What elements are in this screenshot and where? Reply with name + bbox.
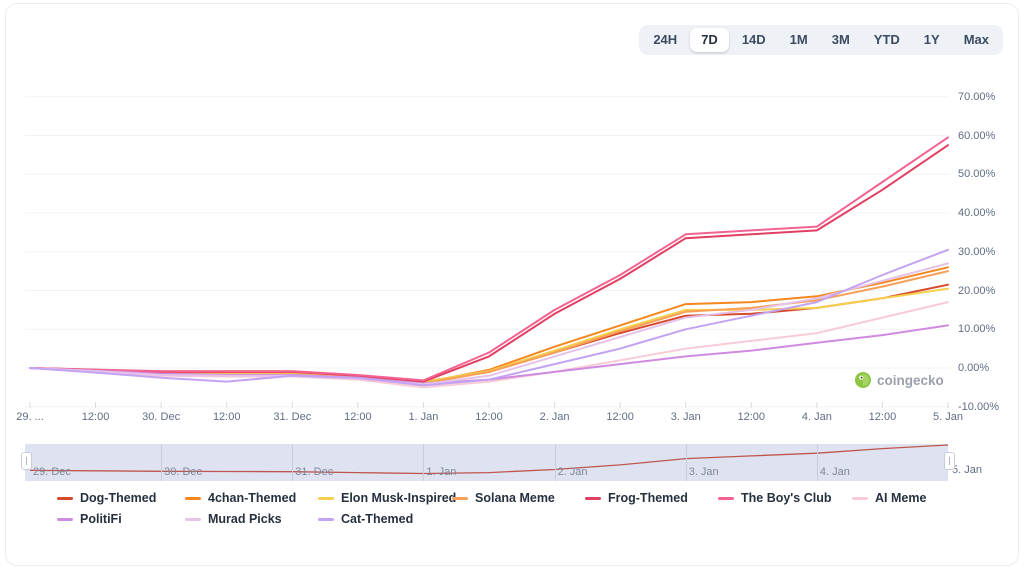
y-axis-label: 30.00% [958, 245, 996, 258]
legend-item-dog-themed[interactable]: Dog-Themed [57, 491, 185, 506]
x-axis-label: 30. Dec [142, 411, 181, 423]
navigator-gridline [817, 444, 818, 481]
series-line-murad-picks [29, 262, 949, 386]
legend-swatch [452, 497, 468, 501]
y-axis-label: 50.00% [958, 168, 996, 181]
range-button-1y[interactable]: 1Y [913, 28, 951, 52]
legend-label: Solana Meme [475, 491, 555, 505]
navigator-gridline [555, 444, 556, 481]
legend-label: AI Meme [875, 491, 927, 505]
y-axis-label: 70.00% [958, 90, 996, 103]
navigator-right-handle[interactable] [944, 452, 955, 470]
legend-swatch [318, 497, 334, 501]
legend-label: Murad Picks [208, 511, 282, 526]
legend-swatch [57, 497, 73, 501]
range-button-max[interactable]: Max [953, 28, 1000, 52]
x-axis-label: 4. Jan [801, 411, 832, 423]
x-axis-label: 12:00 [868, 411, 897, 423]
navigator-label: 2. Jan [557, 466, 588, 478]
legend-item-murad-picks[interactable]: Murad Picks [185, 511, 318, 527]
chart-legend: Dog-Themed 4chan-Themed Elon Musk-Inspired… [57, 491, 927, 527]
time-range-selector: 24H 7D 14D 1M 3M YTD 1Y Max [639, 25, 1003, 55]
y-axis-label: -10.00% [958, 400, 999, 413]
x-axis-label: 5. Jan [933, 411, 963, 423]
legend-label: Frog-Themed [608, 491, 688, 505]
range-button-3m[interactable]: 3M [821, 28, 861, 52]
navigator-gridline [161, 444, 162, 481]
navigator-gridline [686, 444, 687, 481]
navigator-label: 30. Dec [164, 466, 203, 478]
x-axis-label: 31. Dec [273, 411, 312, 423]
legend-item-4chan-themed[interactable]: 4chan-Themed [185, 491, 318, 506]
x-axis-label: 29. ... [16, 411, 44, 423]
legend-label: PolitiFi [80, 511, 122, 526]
legend-item-elon-musk-inspired[interactable]: Elon Musk-Inspired [318, 491, 456, 506]
range-button-14d[interactable]: 14D [731, 28, 777, 52]
legend-item-ai-meme[interactable]: AI Meme [852, 491, 927, 506]
y-axis-labels: 70.00% 60.00% 50.00% 40.00% 30.00% 20.00% 10.0… [958, 80, 1020, 413]
x-axis-label: 3. Jan [670, 411, 701, 423]
navigator-label: 4. Jan [819, 466, 850, 478]
series-line-frog-themed [29, 144, 949, 383]
legend-item-the-boy-s-club[interactable]: The Boy's Club [718, 491, 852, 506]
navigator-left-handle[interactable] [21, 452, 32, 470]
legend-item-frog-themed[interactable]: Frog-Themed [585, 491, 718, 506]
legend-label: Elon Musk-Inspired [341, 491, 457, 505]
series-line-4chan-themed [29, 266, 949, 384]
legend-item-politifi[interactable]: PolitiFi [57, 511, 185, 527]
x-axis-label: 12:00 [344, 411, 372, 423]
y-axis-label: 60.00% [958, 129, 996, 142]
navigator-label-outside: 5. Jan [952, 464, 982, 476]
legend-item-solana-meme[interactable]: Solana Meme [452, 491, 585, 506]
legend-swatch [185, 497, 201, 501]
navigator-label: 31. Dec [295, 466, 334, 478]
legend-item-cat-themed[interactable]: Cat-Themed [318, 511, 452, 527]
series-line-cat-themed [29, 248, 949, 387]
x-axis-label: 12:00 [606, 411, 634, 423]
navigator-label: 3. Jan [688, 466, 719, 478]
x-axis-label: 12:00 [475, 411, 503, 423]
navigator-gridline [292, 444, 293, 481]
main-line-chart[interactable] [25, 80, 950, 412]
legend-swatch [185, 518, 201, 522]
series-line-solana-meme [29, 270, 949, 385]
range-button-1m[interactable]: 1M [779, 28, 819, 52]
legend-swatch [57, 518, 73, 522]
y-axis-label: 40.00% [958, 207, 996, 219]
range-button-24h[interactable]: 24H [642, 28, 688, 52]
coingecko-watermark[interactable]: coingecko [855, 372, 944, 388]
watermark-text: coingecko [877, 372, 944, 388]
x-axis-label: 12:00 [212, 411, 241, 423]
legend-label: 4chan-Themed [208, 491, 297, 505]
x-axis-label: 2. Jan [539, 411, 570, 423]
x-axis-label: 1. Jan [408, 411, 439, 423]
legend-swatch [318, 518, 334, 522]
legend-label: Cat-Themed [341, 511, 414, 526]
legend-swatch [585, 497, 601, 501]
y-axis-label: 20.00% [958, 284, 996, 297]
x-axis-label: 12:00 [737, 411, 766, 423]
legend-swatch [852, 497, 868, 501]
range-button-ytd[interactable]: YTD [863, 28, 911, 52]
navigator-scrollbar[interactable]: 29. Dec 30. Dec 31. Dec 1. Jan 2. Jan 3. Jan 4… [25, 444, 948, 481]
y-axis-label: 0.00% [958, 362, 990, 374]
navigator-label: 29. Dec [33, 466, 71, 478]
legend-label: Dog-Themed [80, 491, 157, 505]
x-axis-labels: 29. ... 12:00 30. Dec 12:00 31. Dec 12:00 1. J… [16, 411, 963, 427]
y-axis-label: 10.00% [958, 323, 996, 336]
legend-label: The Boy's Club [741, 491, 832, 505]
x-axis-label: 12:00 [81, 411, 110, 423]
range-button-7d[interactable]: 7D [690, 28, 729, 52]
navigator-label: 1. Jan [426, 466, 457, 478]
legend-swatch [718, 497, 734, 501]
gecko-icon [855, 372, 871, 388]
navigator-gridline [423, 444, 424, 481]
